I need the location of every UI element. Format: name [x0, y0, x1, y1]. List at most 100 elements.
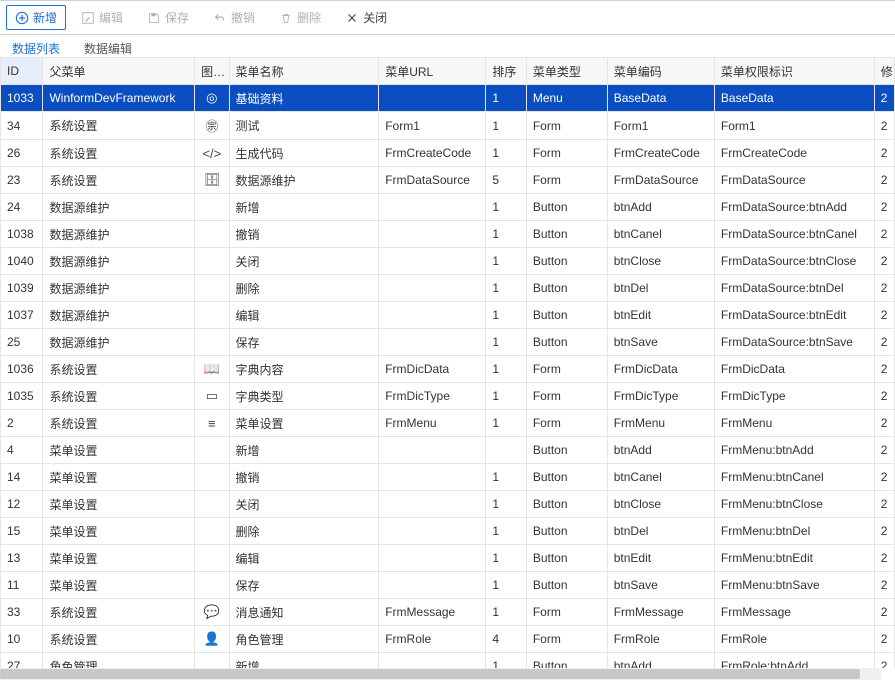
cell-name[interactable]: 保存 [229, 329, 379, 356]
table-row[interactable]: 13菜单设置编辑1ButtonbtnEditFrmMenu:btnEdit2 [1, 545, 895, 572]
cell-type[interactable]: Button [526, 221, 607, 248]
cell-icon[interactable]: ≡ [195, 410, 229, 437]
cell-code[interactable]: FrmCreateCode [607, 140, 714, 167]
cell-name[interactable]: 新增 [229, 437, 379, 464]
cell-url[interactable] [379, 85, 486, 112]
cell-id[interactable]: 12 [1, 491, 43, 518]
cell-perm[interactable]: FrmDataSource:btnEdit [714, 302, 874, 329]
cell-name[interactable]: 角色管理 [229, 626, 379, 653]
cell-perm[interactable]: FrmDicType [714, 383, 874, 410]
col-perm[interactable]: 菜单权限标识 [714, 58, 874, 85]
cell-icon[interactable] [195, 464, 229, 491]
cell-parent[interactable]: 角色管理 [43, 653, 195, 669]
cell-id[interactable]: 1037 [1, 302, 43, 329]
cell-code[interactable]: btnAdd [607, 653, 714, 669]
cell-sort[interactable]: 1 [486, 112, 526, 140]
cell-name[interactable]: 字典内容 [229, 356, 379, 383]
col-code[interactable]: 菜单编码 [607, 58, 714, 85]
cell-type[interactable]: Form [526, 599, 607, 626]
cell-type[interactable]: Button [526, 437, 607, 464]
cell-icon[interactable] [195, 221, 229, 248]
table-row[interactable]: 12菜单设置关闭1ButtonbtnCloseFrmMenu:btnClose2 [1, 491, 895, 518]
cell-extra[interactable]: 2 [874, 653, 894, 669]
cell-parent[interactable]: 菜单设置 [43, 437, 195, 464]
cell-name[interactable]: 消息通知 [229, 599, 379, 626]
cell-sort[interactable] [486, 437, 526, 464]
cell-parent[interactable]: 菜单设置 [43, 464, 195, 491]
cell-name[interactable]: 撤销 [229, 221, 379, 248]
cell-code[interactable]: Form1 [607, 112, 714, 140]
cell-id[interactable]: 23 [1, 167, 43, 194]
cell-icon[interactable] [195, 518, 229, 545]
cell-id[interactable]: 2 [1, 410, 43, 437]
cell-url[interactable] [379, 491, 486, 518]
cell-icon[interactable] [195, 302, 229, 329]
cell-perm[interactable]: FrmRole:btnAdd [714, 653, 874, 669]
cell-code[interactable]: BaseData [607, 85, 714, 112]
cell-parent[interactable]: 数据源维护 [43, 302, 195, 329]
cell-icon[interactable] [195, 437, 229, 464]
cell-perm[interactable]: FrmDicData [714, 356, 874, 383]
cell-perm[interactable]: Form1 [714, 112, 874, 140]
cell-name[interactable]: 生成代码 [229, 140, 379, 167]
cell-sort[interactable]: 1 [486, 329, 526, 356]
cell-url[interactable] [379, 437, 486, 464]
cell-parent[interactable]: 系统设置 [43, 410, 195, 437]
cell-extra[interactable]: 2 [874, 356, 894, 383]
cell-parent[interactable]: 系统设置 [43, 626, 195, 653]
cell-sort[interactable]: 1 [486, 275, 526, 302]
close-button[interactable]: 关闭 [336, 5, 396, 30]
cell-extra[interactable]: 2 [874, 572, 894, 599]
cell-type[interactable]: Button [526, 518, 607, 545]
cell-type[interactable]: Form [526, 626, 607, 653]
cell-parent[interactable]: 系统设置 [43, 356, 195, 383]
cell-type[interactable]: Button [526, 653, 607, 669]
cell-extra[interactable]: 2 [874, 410, 894, 437]
cell-type[interactable]: Form [526, 167, 607, 194]
table-row[interactable]: 11菜单设置保存1ButtonbtnSaveFrmMenu:btnSave2 [1, 572, 895, 599]
cell-sort[interactable]: 1 [486, 410, 526, 437]
cell-parent[interactable]: 数据源维护 [43, 194, 195, 221]
cell-name[interactable]: 撤销 [229, 464, 379, 491]
cell-id[interactable]: 27 [1, 653, 43, 669]
cell-url[interactable] [379, 275, 486, 302]
cell-code[interactable]: FrmDicData [607, 356, 714, 383]
edit-button[interactable]: 编辑 [72, 5, 132, 30]
table-row[interactable]: 1038数据源维护撤销1ButtonbtnCanelFrmDataSource:… [1, 221, 895, 248]
table-row[interactable]: 27角色管理新增1ButtonbtnAddFrmRole:btnAdd2 [1, 653, 895, 669]
cell-name[interactable]: 测试 [229, 112, 379, 140]
cell-perm[interactable]: FrmMessage [714, 599, 874, 626]
cell-extra[interactable]: 2 [874, 518, 894, 545]
cell-sort[interactable]: 1 [486, 599, 526, 626]
cell-url[interactable] [379, 329, 486, 356]
cell-code[interactable]: FrmDataSource [607, 167, 714, 194]
cell-icon[interactable] [195, 194, 229, 221]
cell-code[interactable]: FrmRole [607, 626, 714, 653]
cell-icon[interactable]: ▭ [195, 383, 229, 410]
cell-type[interactable]: Button [526, 275, 607, 302]
cell-sort[interactable]: 1 [486, 572, 526, 599]
cell-name[interactable]: 基础资料 [229, 85, 379, 112]
cell-type[interactable]: Form [526, 112, 607, 140]
cell-sort[interactable]: 1 [486, 491, 526, 518]
table-row[interactable]: 14菜单设置撤销1ButtonbtnCanelFrmMenu:btnCanel2 [1, 464, 895, 491]
cell-icon[interactable] [195, 248, 229, 275]
table-row[interactable]: 15菜单设置删除1ButtonbtnDelFrmMenu:btnDel2 [1, 518, 895, 545]
add-button[interactable]: 新增 [6, 5, 66, 30]
cell-id[interactable]: 1039 [1, 275, 43, 302]
cell-type[interactable]: Menu [526, 85, 607, 112]
cell-icon[interactable]: 👤 [195, 626, 229, 653]
table-row[interactable]: 10系统设置👤角色管理FrmRole4FormFrmRoleFrmRole2 [1, 626, 895, 653]
cell-extra[interactable]: 2 [874, 329, 894, 356]
cell-parent[interactable]: 菜单设置 [43, 545, 195, 572]
delete-button[interactable]: 删除 [270, 5, 330, 30]
cell-perm[interactable]: FrmMenu:btnClose [714, 491, 874, 518]
cell-type[interactable]: Button [526, 248, 607, 275]
cell-icon[interactable] [195, 545, 229, 572]
cell-icon[interactable] [195, 572, 229, 599]
cell-code[interactable]: FrmMessage [607, 599, 714, 626]
table-row[interactable]: 1040数据源维护关闭1ButtonbtnCloseFrmDataSource:… [1, 248, 895, 275]
cell-perm[interactable]: FrmDataSource:btnSave [714, 329, 874, 356]
cell-perm[interactable]: FrmCreateCode [714, 140, 874, 167]
cell-code[interactable]: btnDel [607, 275, 714, 302]
